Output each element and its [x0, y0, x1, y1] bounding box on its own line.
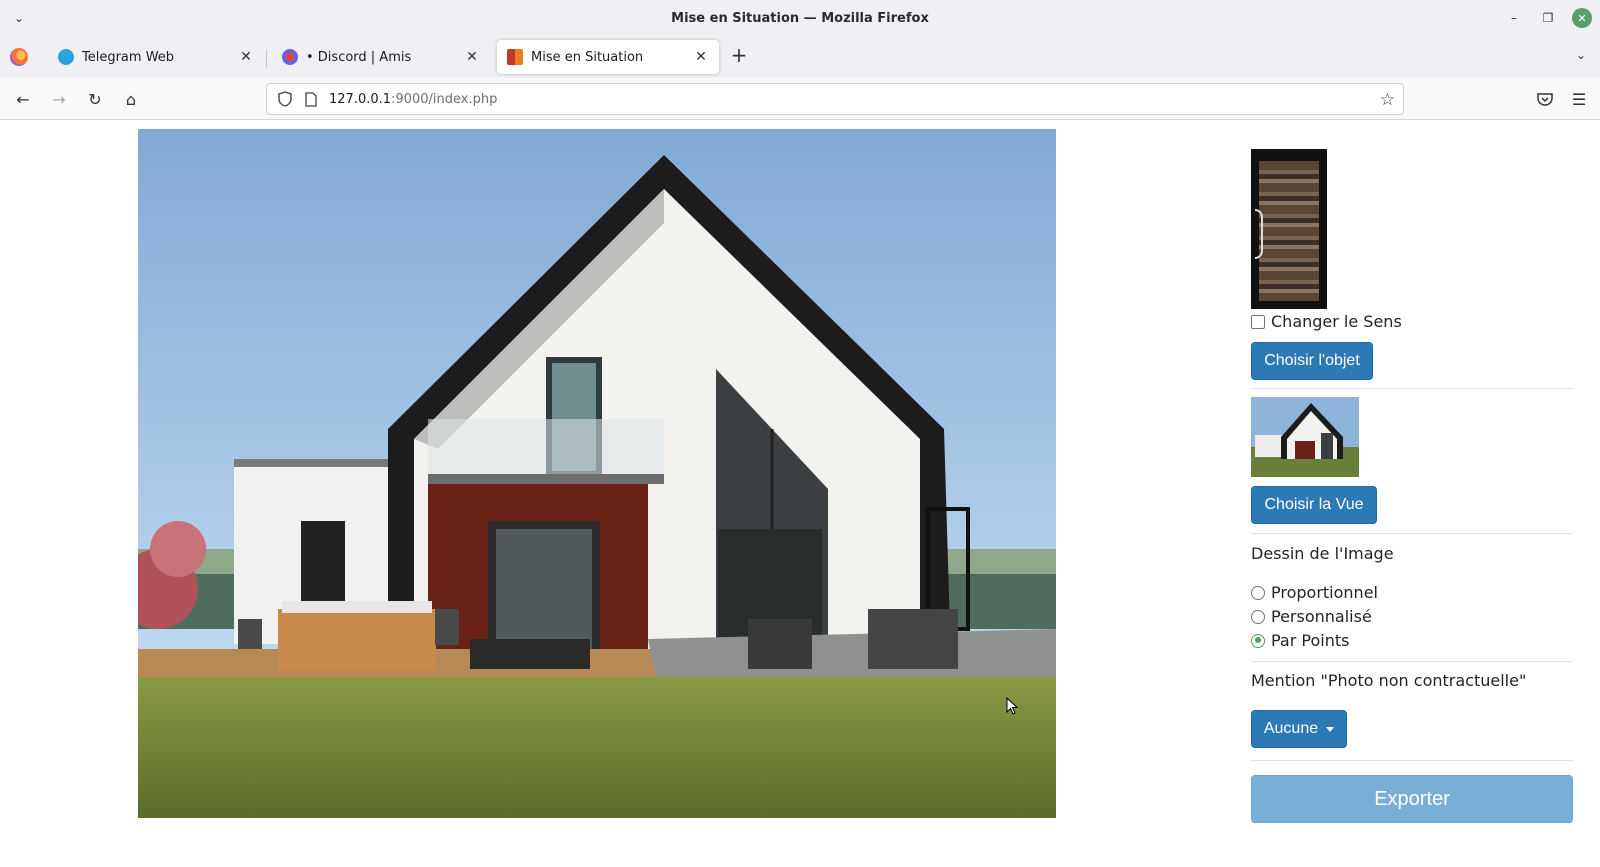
page-content: Changer le Sens Choisir l'objet Choisir … [0, 120, 1600, 867]
new-tab-icon[interactable]: + [728, 43, 750, 67]
mention-dropdown-button[interactable]: Aucune [1251, 710, 1347, 748]
caret-down-icon [1326, 726, 1335, 732]
tab-label: • Discord | Amis [306, 49, 412, 65]
firefox-view-icon[interactable] [10, 48, 28, 66]
radio-button[interactable] [1251, 585, 1265, 600]
close-tab-icon[interactable]: ✕ [464, 49, 480, 65]
tab-label: Mise en Situation [531, 49, 644, 65]
change-direction-label: Changer le Sens [1271, 312, 1402, 331]
door-wood-texture [1259, 161, 1319, 301]
discord-icon [282, 49, 298, 65]
mouse-cursor-icon [1006, 697, 1018, 715]
divider [1251, 388, 1573, 389]
forward-icon[interactable]: → [48, 88, 70, 110]
radio-label: Proportionnel [1271, 583, 1378, 602]
close-tab-icon[interactable]: ✕ [238, 49, 254, 65]
restore-icon[interactable]: ❐ [1538, 8, 1558, 28]
radio-label: Par Points [1271, 631, 1350, 650]
site-icon [507, 49, 523, 65]
back-icon[interactable]: ← [12, 88, 34, 110]
radio-proportionnel[interactable]: Proportionnel [1251, 583, 1378, 602]
mention-dropdown-value: Aucune [1263, 720, 1319, 737]
window-title: Mise en Situation — Mozilla Firefox [671, 10, 929, 26]
export-button[interactable]: Exporter [1251, 775, 1573, 823]
radio-button-selected[interactable] [1251, 633, 1265, 648]
radio-label: Personnalisé [1271, 607, 1372, 626]
reload-icon[interactable]: ↻ [84, 88, 106, 110]
url-bar[interactable]: 127.0.0.1:9000/index.php ☆ [266, 83, 1404, 115]
page-info-icon[interactable] [303, 91, 319, 107]
navigation-bar: ← → ↻ ⌂ 127.0.0.1:9000/index.php ☆ ☰ [0, 78, 1600, 120]
object-thumbnail[interactable] [1251, 149, 1327, 309]
mention-section-title: Mention "Photo non contractuelle" [1251, 671, 1527, 690]
change-direction-row[interactable]: Changer le Sens [1251, 312, 1402, 331]
choose-view-button[interactable]: Choisir la Vue [1251, 486, 1377, 524]
scene-image[interactable] [138, 129, 1056, 818]
url-text[interactable]: 127.0.0.1:9000/index.php [329, 92, 497, 107]
divider [1251, 661, 1573, 662]
tab-label: Telegram Web [82, 49, 175, 65]
door-handle [1255, 209, 1263, 259]
bookmark-star-icon[interactable]: ☆ [1380, 90, 1395, 110]
view-thumbnail[interactable] [1251, 397, 1359, 477]
window-titlebar: ⌄ Mise en Situation — Mozilla Firefox – … [0, 0, 1600, 36]
change-direction-checkbox[interactable] [1251, 314, 1265, 329]
list-all-tabs-icon[interactable]: ⌄ [1576, 48, 1586, 62]
window-close-icon[interactable]: ✕ [1572, 8, 1592, 28]
divider [1251, 760, 1573, 761]
home-icon[interactable]: ⌂ [120, 88, 142, 110]
tab-separator [266, 50, 267, 68]
choose-object-button[interactable]: Choisir l'objet [1251, 342, 1373, 380]
drawing-section-title: Dessin de l'Image [1251, 544, 1394, 563]
shield-icon[interactable] [277, 91, 293, 107]
window-menu-chevron-icon[interactable]: ⌄ [10, 9, 28, 27]
tab-discord[interactable]: • Discord | Amis ✕ [272, 40, 490, 74]
telegram-icon [58, 49, 74, 65]
close-tab-icon[interactable]: ✕ [693, 49, 709, 65]
tab-telegram[interactable]: Telegram Web ✕ [48, 40, 264, 74]
radio-personnalise[interactable]: Personnalisé [1251, 607, 1372, 626]
radio-button[interactable] [1251, 609, 1265, 624]
menu-hamburger-icon[interactable]: ☰ [1568, 88, 1590, 110]
window-controls: – ❐ ✕ [1504, 8, 1592, 28]
radio-par-points[interactable]: Par Points [1251, 631, 1349, 650]
minimize-icon[interactable]: – [1504, 8, 1524, 28]
tab-mise-en-situation[interactable]: Mise en Situation ✕ [497, 40, 719, 74]
divider [1251, 533, 1573, 534]
pocket-icon[interactable] [1534, 88, 1556, 110]
tab-strip: Telegram Web ✕ • Discord | Amis ✕ Mise e… [0, 36, 1600, 78]
